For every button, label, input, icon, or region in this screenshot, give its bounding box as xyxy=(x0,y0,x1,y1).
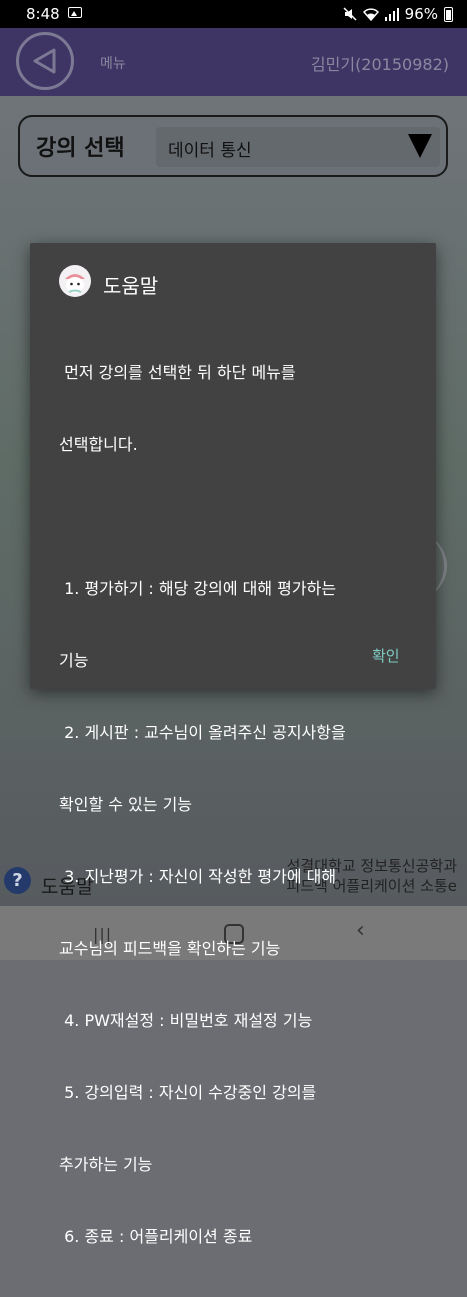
dialog-line: 4. PW재설정 : 비밀번호 재설정 기능 xyxy=(59,1011,313,1030)
app-logo-icon xyxy=(59,265,91,297)
dialog-line: 선택합니다. xyxy=(59,435,138,454)
dialog-message: 먼저 강의를 선택한 뒤 하단 메뉴를 선택합니다. 1. 평가하기 : 해당 … xyxy=(59,313,419,1297)
confirm-button[interactable]: 확인 xyxy=(372,645,400,666)
help-dialog: 도움말 먼저 강의를 선택한 뒤 하단 메뉴를 선택합니다. 1. 평가하기 :… xyxy=(30,243,436,1246)
user-label: 김민기(20150982) xyxy=(310,55,449,74)
image-icon xyxy=(68,7,82,18)
mute-icon xyxy=(343,7,357,21)
course-dropdown-value: 데이터 통신 xyxy=(168,141,252,161)
dialog-line: 확인할 수 있는 기능 xyxy=(59,795,193,814)
status-bar: 8:48 96% xyxy=(0,0,467,28)
back-button[interactable] xyxy=(16,32,74,90)
app-header: 메뉴 김민기(20150982) xyxy=(0,28,467,96)
dropdown-arrow-icon xyxy=(408,134,432,158)
wifi-icon xyxy=(362,7,379,21)
battery-icon xyxy=(444,6,453,22)
dialog-line: 먼저 강의를 선택한 뒤 하단 메뉴를 xyxy=(59,363,296,382)
dialog-line: 5. 강의입력 : 자신이 수강중인 강의를 xyxy=(59,1083,317,1102)
status-time: 8:48 xyxy=(26,5,60,23)
dialog-title: 도움말 xyxy=(103,274,159,298)
course-select-label: 강의 선택 xyxy=(36,136,125,161)
help-icon: ? xyxy=(4,867,31,894)
dialog-line: 1. 평가하기 : 해당 강의에 대해 평가하는 xyxy=(59,579,337,598)
battery-percent: 96% xyxy=(404,5,438,23)
signal-icon xyxy=(384,7,399,21)
dialog-line: 3. 지난평가 : 자신이 작성한 평가에 대해 xyxy=(59,867,337,886)
menu-label[interactable]: 메뉴 xyxy=(100,53,126,73)
course-dropdown[interactable]: 데이터 통신 xyxy=(156,127,440,167)
dialog-line xyxy=(59,505,419,529)
back-arrow-icon xyxy=(33,48,56,74)
dialog-line: 기능 xyxy=(59,651,89,670)
course-selector: 강의 선택 데이터 통신 xyxy=(18,115,448,177)
dialog-line: 추가하는 기능 xyxy=(59,1155,153,1174)
dialog-line: 2. 게시판 : 교수님이 올려주신 공지사항을 xyxy=(59,723,346,742)
status-right: 96% xyxy=(343,5,453,23)
dialog-line: 6. 종료 : 어플리케이션 종료 xyxy=(59,1227,253,1246)
dialog-line: 교수님의 피드백을 확인하는 기능 xyxy=(59,939,281,958)
